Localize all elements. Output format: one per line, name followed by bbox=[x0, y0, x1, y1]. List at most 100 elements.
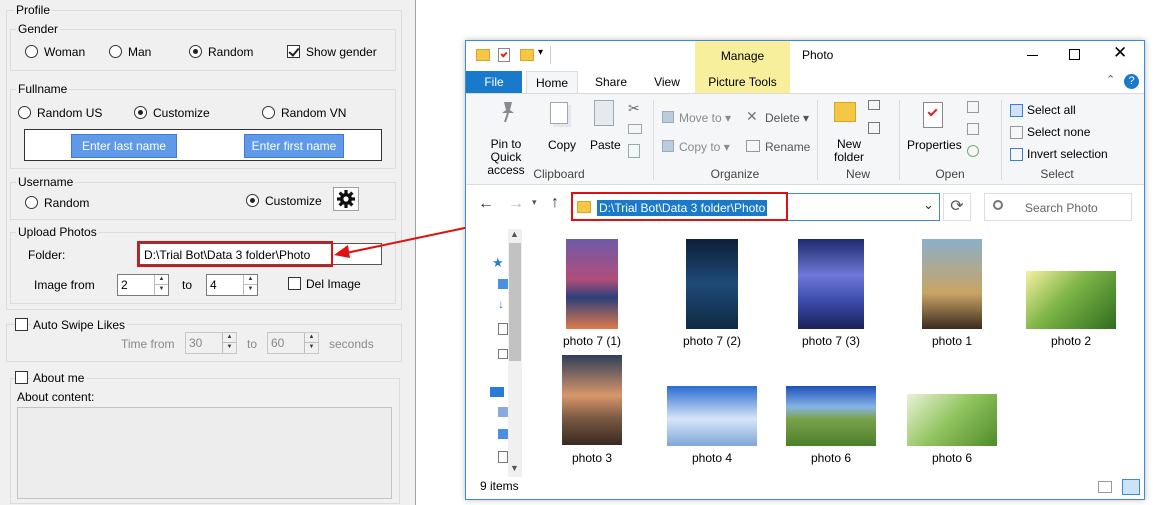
file-name[interactable]: photo 6 bbox=[897, 451, 1007, 465]
quick-access-star-icon[interactable]: ★ bbox=[492, 255, 504, 271]
copy-path-icon[interactable] bbox=[628, 124, 642, 134]
new-folder-button[interactable]: New folder bbox=[824, 138, 874, 164]
documents-icon[interactable] bbox=[498, 323, 508, 335]
tab-home[interactable]: Home bbox=[526, 71, 578, 94]
open-icon[interactable] bbox=[967, 101, 979, 113]
invert-selection-button[interactable]: Invert selection bbox=[1027, 147, 1108, 161]
photo-thumbnail[interactable] bbox=[562, 355, 622, 445]
downloads-icon[interactable]: ↓ bbox=[498, 297, 504, 311]
file-name[interactable]: photo 7 (1) bbox=[537, 334, 647, 348]
forward-arrow-icon[interactable]: → bbox=[508, 195, 524, 213]
image-to-stepper[interactable]: 4 ▲ ▼ bbox=[206, 274, 258, 296]
maximize-icon[interactable] bbox=[1069, 49, 1080, 60]
new-folder-icon[interactable] bbox=[520, 49, 534, 61]
collapse-ribbon-icon[interactable]: ⌃ bbox=[1106, 73, 1115, 86]
desktop-icon[interactable] bbox=[498, 429, 508, 439]
back-arrow-icon[interactable]: ← bbox=[478, 195, 494, 213]
photo-thumbnail[interactable] bbox=[566, 239, 618, 329]
select-none-button[interactable]: Select none bbox=[1027, 125, 1090, 139]
tab-share[interactable]: Share bbox=[586, 71, 636, 93]
file-name[interactable]: photo 1 bbox=[897, 334, 1007, 348]
details-view-icon[interactable] bbox=[1098, 481, 1112, 493]
stepper-down-icon[interactable]: ▼ bbox=[154, 285, 168, 295]
fullname-random-vn-radio[interactable] bbox=[262, 106, 275, 119]
photo-thumbnail[interactable] bbox=[667, 386, 757, 446]
new-item-icon[interactable] bbox=[868, 100, 880, 110]
photo-thumbnail[interactable] bbox=[786, 386, 876, 446]
del-image-checkbox[interactable] bbox=[288, 277, 301, 290]
photo-thumbnail[interactable] bbox=[686, 239, 738, 329]
move-to-button[interactable]: Move to ▾ bbox=[679, 111, 731, 125]
tab-file[interactable]: File bbox=[466, 71, 522, 93]
chevron-down-icon[interactable]: ⌄ bbox=[923, 197, 934, 213]
minimize-icon[interactable] bbox=[1027, 55, 1038, 56]
scroll-up-icon[interactable]: ▲ bbox=[510, 229, 519, 239]
time-to-stepper[interactable]: 60 ▲ ▼ bbox=[267, 332, 319, 354]
edit-icon[interactable] bbox=[967, 123, 979, 135]
tab-picture-tools[interactable]: Picture Tools bbox=[695, 71, 790, 93]
stepper-down-icon[interactable]: ▼ bbox=[243, 285, 257, 295]
scroll-down-icon[interactable]: ▼ bbox=[510, 463, 519, 473]
file-name[interactable]: photo 7 (2) bbox=[657, 334, 767, 348]
fullname-random-us-radio[interactable] bbox=[18, 106, 31, 119]
photo-thumbnail[interactable] bbox=[907, 394, 997, 446]
gender-man-radio[interactable] bbox=[109, 45, 122, 58]
paste-button[interactable]: Paste bbox=[590, 138, 621, 152]
this-pc-icon[interactable] bbox=[490, 387, 504, 397]
file-name[interactable]: photo 6 bbox=[776, 451, 886, 465]
easy-access-icon[interactable] bbox=[868, 122, 880, 134]
scissors-icon[interactable]: ✂ bbox=[628, 100, 640, 117]
show-gender-checkbox[interactable] bbox=[287, 45, 300, 58]
properties-button[interactable]: Properties bbox=[907, 138, 962, 152]
history-icon[interactable] bbox=[967, 145, 979, 157]
photo-thumbnail[interactable] bbox=[1026, 271, 1116, 329]
username-customize-radio[interactable] bbox=[246, 194, 259, 207]
manage-label[interactable]: Manage bbox=[695, 49, 790, 63]
recent-locations-icon[interactable]: ▾ bbox=[532, 197, 537, 208]
username-random-radio[interactable] bbox=[25, 196, 38, 209]
about-me-checkbox[interactable] bbox=[15, 371, 28, 384]
nav-scrollbar[interactable]: ▲ ▼ bbox=[508, 229, 522, 477]
large-icons-view-icon[interactable] bbox=[1122, 479, 1140, 495]
copy-button[interactable]: Copy bbox=[548, 138, 576, 152]
about-content-textarea[interactable] bbox=[17, 407, 392, 499]
enter-first-name-button[interactable]: Enter first name bbox=[244, 134, 344, 158]
pictures-icon[interactable] bbox=[498, 349, 508, 359]
help-icon[interactable]: ? bbox=[1124, 74, 1139, 89]
tab-view[interactable]: View bbox=[642, 71, 692, 93]
stepper-up-icon[interactable]: ▲ bbox=[243, 275, 257, 285]
gender-woman-radio[interactable] bbox=[25, 45, 38, 58]
time-from-stepper[interactable]: 30 ▲ ▼ bbox=[185, 332, 237, 354]
delete-button[interactable]: Delete ▾ bbox=[765, 111, 809, 125]
image-from-stepper[interactable]: 2 ▲ ▼ bbox=[117, 274, 169, 296]
fullname-customize-radio[interactable] bbox=[134, 106, 147, 119]
chevron-down-icon[interactable]: ▾ bbox=[538, 47, 543, 58]
file-name[interactable]: photo 7 (3) bbox=[776, 334, 886, 348]
file-name[interactable]: photo 4 bbox=[657, 451, 767, 465]
paste-shortcut-icon[interactable] bbox=[628, 144, 640, 158]
enter-last-name-button[interactable]: Enter last name bbox=[71, 134, 177, 158]
photo-thumbnail[interactable] bbox=[922, 239, 982, 329]
stepper-up-icon[interactable]: ▲ bbox=[222, 333, 236, 343]
rename-button[interactable]: Rename bbox=[765, 140, 810, 154]
folder-icon[interactable] bbox=[476, 49, 490, 61]
file-name[interactable]: photo 2 bbox=[1016, 334, 1126, 348]
up-arrow-icon[interactable]: ↑ bbox=[551, 194, 559, 212]
close-icon[interactable]: ✕ bbox=[1113, 43, 1127, 63]
stepper-down-icon[interactable]: ▼ bbox=[304, 343, 318, 353]
stepper-down-icon[interactable]: ▼ bbox=[222, 343, 236, 353]
select-all-button[interactable]: Select all bbox=[1027, 103, 1076, 117]
stepper-up-icon[interactable]: ▲ bbox=[154, 275, 168, 285]
stepper-up-icon[interactable]: ▲ bbox=[304, 333, 318, 343]
copy-to-button[interactable]: Copy to ▾ bbox=[679, 140, 730, 154]
gender-random-radio[interactable] bbox=[189, 45, 202, 58]
scroll-thumb[interactable] bbox=[509, 243, 521, 361]
search-box[interactable]: Search Photo bbox=[984, 193, 1132, 221]
desktop-icon[interactable] bbox=[498, 279, 508, 289]
documents-icon[interactable] bbox=[498, 451, 508, 463]
file-name[interactable]: photo 3 bbox=[537, 451, 647, 465]
auto-swipe-checkbox[interactable] bbox=[15, 318, 28, 331]
properties-icon[interactable] bbox=[498, 48, 510, 62]
refresh-icon[interactable]: ⟳ bbox=[943, 193, 971, 221]
3d-objects-icon[interactable] bbox=[498, 407, 508, 417]
